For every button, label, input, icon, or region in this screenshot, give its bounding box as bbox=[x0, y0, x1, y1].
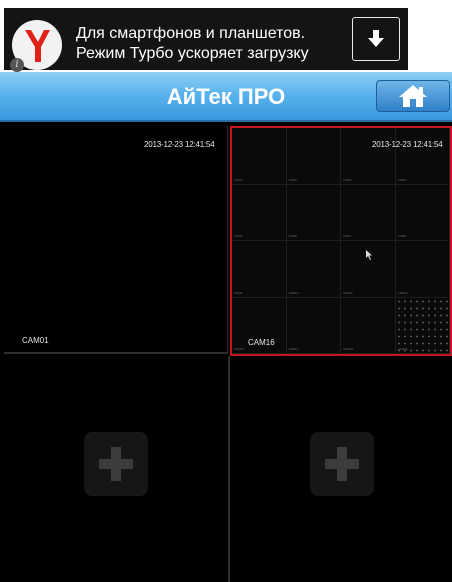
add-camera-button[interactable] bbox=[310, 432, 374, 496]
ad-text: Для смартфонов и планшетов. Режим Турбо … bbox=[76, 24, 309, 64]
pointer-cursor-icon bbox=[366, 250, 372, 260]
camera-view-cam01[interactable]: 2013-12-23 12:41:54 CAM01 bbox=[4, 126, 228, 354]
multiview-thumbnails: CAM1 CAM2 CAM3 CAM4 CAM5 CAM6 CAM7 CAM8 … bbox=[232, 128, 450, 354]
ad-banner-body[interactable]: i Для смартфонов и планшетов. Режим Турб… bbox=[4, 8, 408, 72]
thumbnail: CAM7 bbox=[341, 184, 396, 241]
thumbnail: CAM4 bbox=[395, 128, 450, 185]
empty-camera-slot[interactable] bbox=[232, 356, 452, 582]
info-icon[interactable]: i bbox=[10, 58, 24, 72]
thumbnail: CAM8 bbox=[395, 184, 450, 241]
thumbnail: CAM10 bbox=[286, 241, 341, 298]
ad-banner[interactable]: i Для смартфонов и планшетов. Режим Турб… bbox=[0, 0, 452, 72]
thumbnail: CAM12 bbox=[395, 241, 450, 298]
thumbnail: CAM2 bbox=[286, 128, 341, 185]
thumbnail: CAM9 bbox=[232, 241, 287, 298]
thumbnail: CAM3 bbox=[341, 128, 396, 185]
download-button[interactable] bbox=[352, 17, 400, 61]
thumbnail: CAM6 bbox=[286, 184, 341, 241]
plus-icon bbox=[325, 447, 359, 481]
camera-timestamp: 2013-12-23 12:41:54 bbox=[372, 140, 443, 149]
camera-label: CAM16 bbox=[248, 338, 275, 347]
camera-timestamp: 2013-12-23 12:41:54 bbox=[144, 140, 215, 149]
camera-view-cam16[interactable]: CAM1 CAM2 CAM3 CAM4 CAM5 CAM6 CAM7 CAM8 … bbox=[230, 126, 452, 356]
ad-text-line2: Режим Турбо ускоряет загрузку bbox=[76, 45, 309, 62]
thumbnail: CAM14 bbox=[286, 297, 341, 354]
ad-text-line1: Для смартфонов и планшетов. bbox=[76, 25, 306, 42]
camera-grid: 2013-12-23 12:41:54 CAM01 CAM1 CAM2 CAM3… bbox=[4, 126, 452, 582]
camera-label: CAM01 bbox=[22, 336, 49, 345]
add-camera-button[interactable] bbox=[84, 432, 148, 496]
thumbnail: CAM15 bbox=[341, 297, 396, 354]
thumbnail: CAM5 bbox=[232, 184, 287, 241]
empty-camera-slot[interactable] bbox=[4, 356, 230, 582]
home-button[interactable] bbox=[376, 80, 450, 112]
download-arrow-icon bbox=[368, 30, 384, 47]
plus-icon bbox=[99, 447, 133, 481]
thumbnail: CAM1 bbox=[232, 128, 287, 185]
thumbnail: CAM16 bbox=[395, 297, 450, 354]
home-icon bbox=[399, 85, 427, 107]
